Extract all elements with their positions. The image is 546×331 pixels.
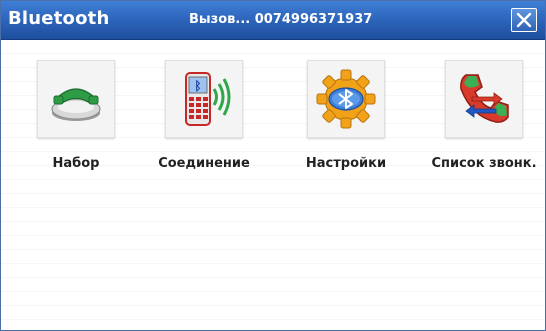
settings-label: Настройки	[305, 156, 387, 171]
dial-phone-icon	[51, 88, 101, 121]
call-log-action[interactable]: Список звонк.	[424, 60, 544, 190]
call-log-tile[interactable]	[445, 60, 523, 138]
settings-tile[interactable]	[307, 60, 385, 138]
action-grid: Набор ᛒ Соединение Настройки Список звон…	[1, 60, 545, 190]
settings-action[interactable]: Настройки	[286, 60, 406, 190]
close-icon	[516, 12, 532, 28]
call-log-icon	[460, 74, 509, 123]
dial-tile[interactable]	[37, 60, 115, 138]
bluetooth-phone-icon: ᛒ	[185, 72, 231, 126]
dial-action[interactable]: Набор	[16, 60, 136, 190]
bluetooth-settings-gear-icon	[316, 69, 376, 129]
call-log-label: Список звонк.	[431, 156, 537, 171]
dial-label: Набор	[52, 156, 100, 171]
connection-label: Соединение	[158, 156, 250, 171]
title-bar: Bluetooth Вызов... 0074996371937	[1, 1, 545, 40]
close-button[interactable]	[511, 8, 537, 32]
svg-text:ᛒ: ᛒ	[194, 79, 201, 93]
app-title: Bluetooth	[8, 8, 110, 29]
connection-tile[interactable]: ᛒ	[165, 60, 243, 138]
main-content: Набор ᛒ Соединение Настройки Список звон…	[1, 40, 545, 330]
connection-action[interactable]: ᛒ Соединение	[144, 60, 264, 190]
call-status-text: Вызов... 0074996371937	[189, 12, 373, 27]
bluetooth-window: Bluetooth Вызов... 0074996371937 Набор ᛒ…	[0, 0, 546, 331]
